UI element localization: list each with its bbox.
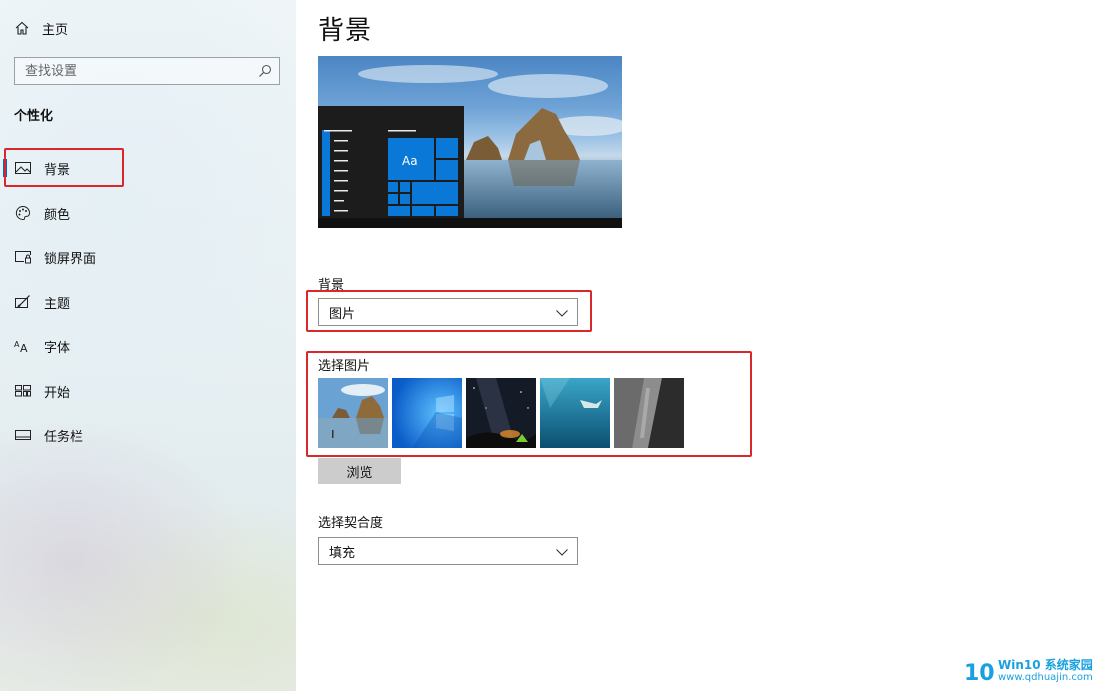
font-icon: AA — [14, 337, 32, 355]
fit-dropdown[interactable]: 填充 — [318, 537, 578, 565]
sidebar-item-fonts[interactable]: AA 字体 — [0, 326, 296, 366]
sidebar-item-label: 任务栏 — [44, 429, 84, 445]
search-box[interactable] — [14, 57, 280, 85]
sidebar-item-label: 字体 — [44, 340, 71, 356]
background-preview: Aa — [318, 56, 622, 228]
sidebar-item-label: 主题 — [44, 296, 71, 312]
highlight-box-choose-picture — [306, 351, 752, 457]
sidebar-item-start[interactable]: 开始 — [0, 371, 296, 411]
theme-brush-icon — [14, 293, 32, 311]
home-icon — [15, 21, 29, 35]
sidebar-item-lock-screen[interactable]: 锁屏界面 — [0, 237, 296, 277]
watermark-url: www.qdhuajin.com — [998, 672, 1093, 683]
highlight-box-background-dropdown — [306, 290, 592, 332]
watermark-brand: Win10 系统家园 — [998, 658, 1093, 672]
taskbar-icon — [14, 426, 32, 444]
palette-icon — [14, 204, 32, 222]
sidebar-item-themes[interactable]: 主题 — [0, 282, 296, 322]
chevron-down-icon — [556, 549, 568, 556]
svg-text:10: 10 — [964, 661, 994, 685]
nav-home-label: 主页 — [42, 22, 69, 38]
lock-screen-icon — [14, 248, 32, 266]
preview-scene: Aa — [318, 65, 622, 228]
site-watermark: 10 Win10 系统家园 www.qdhuajin.com — [964, 656, 1093, 686]
sidebar-item-label: 颜色 — [44, 207, 71, 223]
search-input[interactable] — [15, 58, 275, 84]
page-title: 背景 — [318, 16, 373, 46]
settings-sidebar: 主页 个性化 背景 颜色 锁屏界面 主题 — [0, 0, 296, 691]
sidebar-item-colors[interactable]: 颜色 — [0, 193, 296, 233]
watermark-logo-icon: 10 — [964, 661, 994, 685]
browse-button[interactable]: 浏览 — [318, 458, 401, 484]
sidebar-item-label: 锁屏界面 — [44, 251, 97, 267]
section-title: 个性化 — [14, 109, 54, 124]
highlight-box-background-nav — [4, 148, 124, 187]
fit-label: 选择契合度 — [318, 516, 384, 531]
fit-value: 填充 — [329, 545, 356, 561]
svg-text:A: A — [20, 342, 28, 353]
sidebar-item-label: 开始 — [44, 385, 71, 401]
sidebar-item-taskbar[interactable]: 任务栏 — [0, 415, 296, 455]
start-tiles-icon — [14, 382, 32, 400]
nav-home[interactable]: 主页 — [14, 16, 68, 40]
search-icon[interactable] — [257, 63, 273, 79]
preview-tile-label: Aa — [402, 154, 418, 168]
